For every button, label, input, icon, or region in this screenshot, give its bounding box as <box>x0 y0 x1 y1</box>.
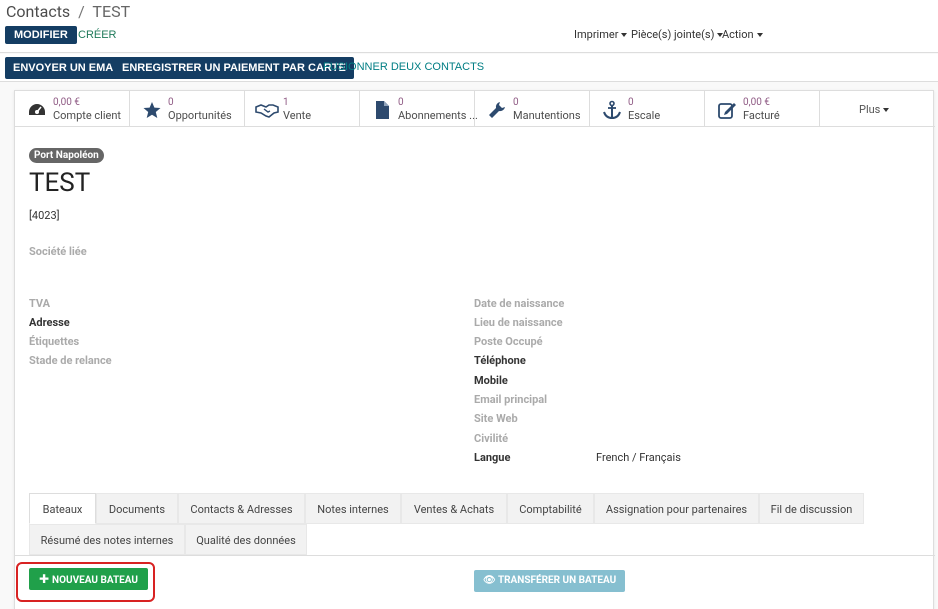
stat-label: Escale <box>628 109 661 122</box>
tab-bateaux[interactable]: Bateaux <box>29 493 96 524</box>
print-dropdown[interactable]: Imprimer <box>574 28 627 41</box>
birth-place-label: Lieu de naissance <box>474 316 563 329</box>
anchor-icon <box>603 100 621 120</box>
title-label: Civilité <box>474 432 509 445</box>
stat-button-customer-account[interactable]: 0,00 € Compte client <box>15 91 130 127</box>
stat-value: 1 <box>283 97 289 108</box>
edit-icon <box>718 103 736 119</box>
tab-documents[interactable]: Documents <box>96 493 178 524</box>
stat-button-invoiced[interactable]: 0,00 € Facturé <box>705 91 820 127</box>
breadcrumb-contacts-link[interactable]: Contacts <box>6 2 70 21</box>
stat-value: 0 <box>168 97 174 108</box>
star-icon <box>143 102 161 118</box>
language-label: Langue <box>474 451 511 464</box>
birth-date-label: Date de naissance <box>474 297 565 310</box>
language-value[interactable]: French / Français <box>596 451 681 464</box>
attachments-dropdown[interactable]: Pièce(s) jointe(s) <box>631 28 723 41</box>
tab-internal-notes-summary[interactable]: Résumé des notes internes <box>29 524 185 555</box>
stat-label: Manutentions <box>513 109 581 122</box>
tab-partner-assignment[interactable]: Assignation pour partenaires <box>594 493 759 524</box>
vat-label: TVA <box>29 297 51 310</box>
job-position-label: Poste Occupé <box>474 335 543 348</box>
transfer-boat-button[interactable]: 👁 TRANSFÉRER UN BATEAU <box>474 570 626 592</box>
tab-accounting[interactable]: Comptabilité <box>507 493 594 524</box>
stat-label: Opportunités <box>168 109 232 122</box>
stat-label: Vente <box>283 109 312 122</box>
stat-button-port-call[interactable]: 0 Escale <box>590 91 705 127</box>
stat-button-more[interactable]: Plus <box>820 91 920 127</box>
wrench-icon <box>489 102 505 118</box>
form-header: ENVOYER UN EMAIL ENREGISTRER UN PAIEMENT… <box>0 54 938 82</box>
stat-button-handling[interactable]: 0 Manutentions <box>475 91 590 127</box>
create-button[interactable]: CRÉER <box>78 26 117 44</box>
send-email-button[interactable]: ENVOYER UN EMAIL <box>5 57 132 79</box>
stat-value: 0,00 € <box>53 97 80 108</box>
email-label: Email principal <box>474 393 548 406</box>
handshake-icon <box>255 104 279 118</box>
eye-icon: 👁 <box>483 575 496 586</box>
tab-internal-notes[interactable]: Notes internes <box>305 493 401 524</box>
linked-company-label: Société liée <box>29 245 87 258</box>
action-dropdown[interactable]: Action <box>722 28 763 41</box>
tab-sales-purchases[interactable]: Ventes & Achats <box>401 493 507 524</box>
phone-label: Téléphone <box>474 354 526 367</box>
stat-value: 0 <box>513 97 519 108</box>
transfer-boat-label: TRANSFÉRER UN BATEAU <box>497 575 617 586</box>
form-sheet: 0,00 € Compte client 0 Opportunités 1 Ve… <box>14 90 935 609</box>
stat-label: Compte client <box>53 109 122 122</box>
stat-value: 0 <box>398 97 404 108</box>
tab-divider <box>15 555 935 556</box>
breadcrumb-current: TEST <box>92 2 131 21</box>
file-icon <box>376 101 389 119</box>
stat-button-subscriptions[interactable]: 0 Abonnements ... <box>360 91 478 127</box>
tags-label: Étiquettes <box>29 335 80 348</box>
dashboard-icon <box>29 104 45 115</box>
smart-button-box: 0,00 € Compte client 0 Opportunités 1 Ve… <box>15 91 935 127</box>
tab-contacts-addresses[interactable]: Contacts & Adresses <box>178 493 305 524</box>
edit-button[interactable]: MODIFIER <box>5 26 77 44</box>
tab-discussion[interactable]: Fil de discussion <box>759 493 864 524</box>
dunning-stage-label: Stade de relance <box>29 354 112 367</box>
mobile-label: Mobile <box>474 374 508 387</box>
more-dropdown[interactable]: Plus <box>859 103 889 116</box>
merge-contacts-button[interactable]: FUSIONNER DEUX CONTACTS <box>316 57 491 79</box>
breadcrumb-separator: / <box>78 2 85 21</box>
stat-value: 0 <box>628 97 634 108</box>
control-panel: Contacts / TEST MODIFIER CRÉER Imprimer … <box>0 0 938 53</box>
stat-label: Abonnements ... <box>398 109 478 122</box>
address-label: Adresse <box>29 316 70 329</box>
record-title: TEST <box>29 168 91 198</box>
stat-value: 0,00 € <box>743 97 770 108</box>
stat-button-opportunities[interactable]: 0 Opportunités <box>130 91 245 127</box>
stat-label: Facturé <box>743 109 780 122</box>
highlight-annotation <box>16 562 155 602</box>
category-tag: Port Napoléon <box>29 148 104 163</box>
website-label: Site Web <box>474 412 518 425</box>
breadcrumb: Contacts / TEST <box>6 2 130 21</box>
record-reference: [4023] <box>29 209 60 222</box>
tab-data-quality[interactable]: Qualité des données <box>185 524 307 555</box>
stat-button-sales[interactable]: 1 Vente <box>245 91 360 127</box>
